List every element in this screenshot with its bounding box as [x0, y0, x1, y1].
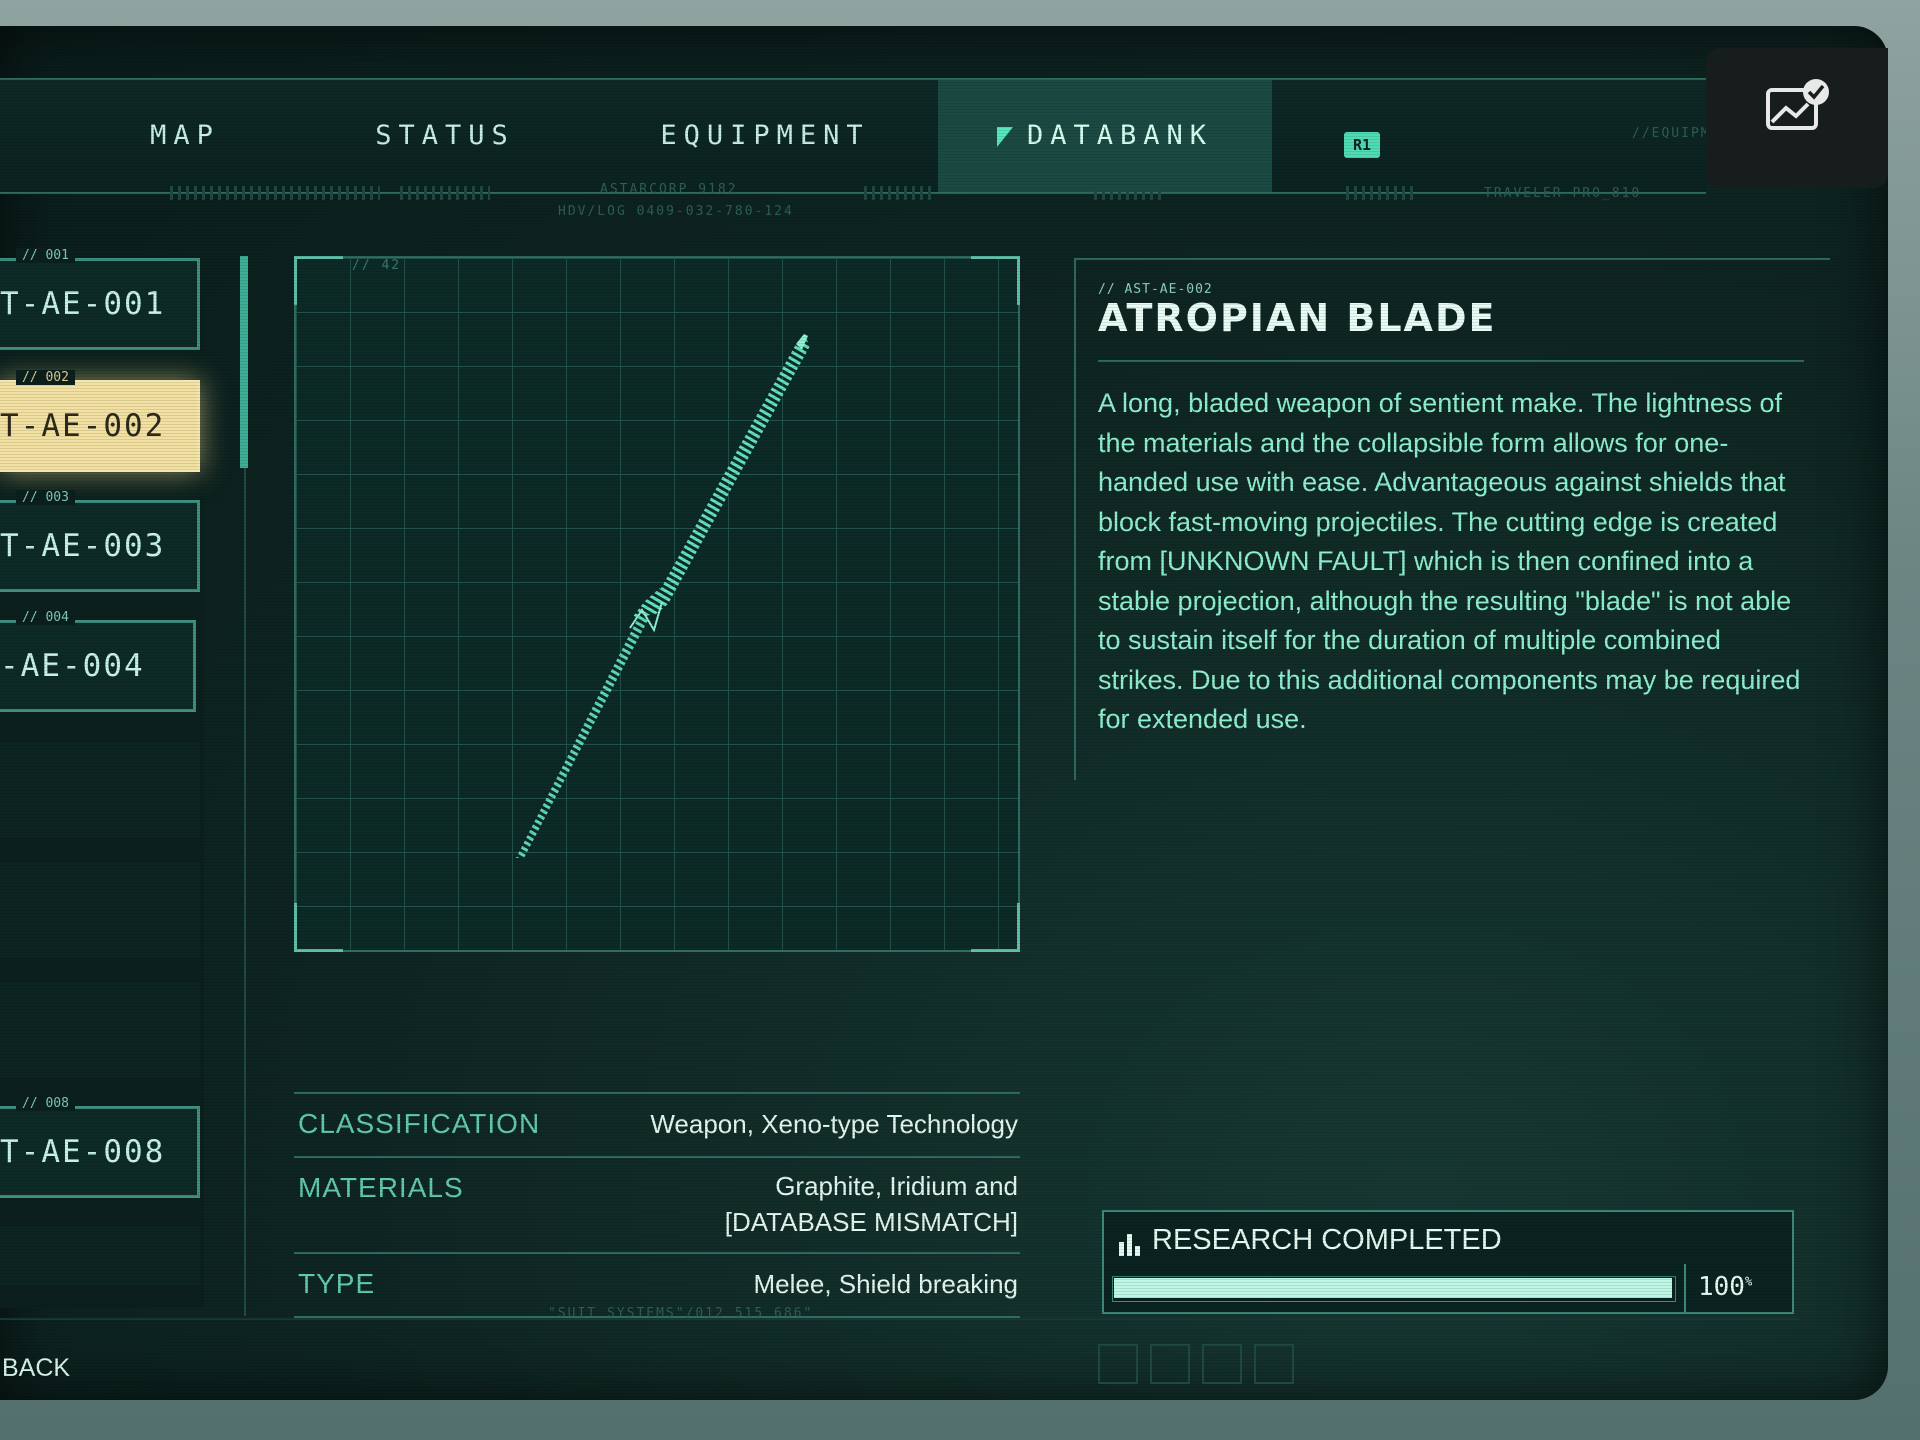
- list-item-tag: // 004: [16, 610, 75, 625]
- empty-slot: [0, 1226, 200, 1286]
- tab-status[interactable]: STATUS: [360, 80, 530, 192]
- list-item[interactable]: T-AE-001: [0, 258, 200, 350]
- research-percent: 100%: [1698, 1272, 1752, 1302]
- top-nav: MAP STATUS EQUIPMENT DATABANK: [0, 78, 1706, 194]
- header-far-code: //EQUIPM: [1632, 126, 1711, 141]
- entry-list: T-AE-001 // 001 T-AE-002 // 002 T-AE-003…: [0, 248, 204, 1308]
- research-percent-value: 100: [1698, 1272, 1745, 1302]
- game-screen: MAP STATUS EQUIPMENT DATABANK R1 //EQUIP…: [0, 26, 1888, 1400]
- tab-databank[interactable]: DATABANK: [938, 80, 1272, 192]
- list-item[interactable]: T-AE-008: [0, 1106, 200, 1198]
- title-divider: [1098, 360, 1804, 362]
- list-item-label: -AE-004: [0, 648, 145, 684]
- research-progress-fill: [1114, 1278, 1672, 1298]
- header-left-sub: HDV/LOG 0409-032-780-124: [558, 204, 794, 219]
- triangle-flag-icon: [996, 126, 1013, 147]
- tab-map-label: MAP: [150, 120, 220, 151]
- list-item-tag: // 001: [16, 248, 75, 263]
- tab-status-label: STATUS: [375, 120, 515, 151]
- entry-code: // AST-AE-002: [1098, 282, 1213, 297]
- research-label: RESEARCH COMPLETED: [1152, 1224, 1502, 1256]
- header-right-code: TRAVELER-PRO_810: [1484, 186, 1642, 201]
- stat-row: MATERIALS Graphite, Iridium and [DATABAS…: [294, 1156, 1020, 1252]
- item-blueprint-view: // 42: [294, 256, 1020, 952]
- stat-value: Melee, Shield breaking: [753, 1269, 1019, 1299]
- tab-equipment-label: EQUIPMENT: [660, 120, 870, 151]
- tab-equipment[interactable]: EQUIPMENT: [660, 80, 870, 192]
- empty-slot: [0, 862, 200, 958]
- entry-title: ATROPIAN BLADE: [1098, 296, 1497, 340]
- tab-map[interactable]: MAP: [110, 80, 260, 192]
- list-item-selected[interactable]: T-AE-002: [0, 380, 200, 472]
- research-percent-unit: %: [1744, 1274, 1753, 1289]
- list-scrollbar-thumb[interactable]: [240, 256, 248, 468]
- footer-divider: [0, 1318, 1800, 1320]
- header-left-code: ASTARCORP 9182: [600, 182, 738, 197]
- list-item-label: T-AE-003: [0, 528, 166, 564]
- list-item-tag: // 002: [16, 370, 75, 385]
- stat-row: CLASSIFICATION Weapon, Xeno-type Technol…: [294, 1092, 1020, 1156]
- stat-key: MATERIALS: [298, 1172, 464, 1203]
- stat-value: Weapon, Xeno-type Technology: [650, 1109, 1018, 1139]
- stat-key: TYPE: [298, 1268, 376, 1299]
- back-button[interactable]: BACK: [2, 1354, 70, 1383]
- stat-value: Graphite, Iridium and [DATABASE MISMATCH…: [724, 1171, 1018, 1237]
- screenshot-saved-icon: [1766, 79, 1829, 130]
- list-item-label: T-AE-002: [0, 408, 166, 444]
- entry-description: A long, bladed weapon of sentient make. …: [1098, 388, 1801, 734]
- footer-code: "SUIT SYSTEMS"/012 515 686": [548, 1306, 814, 1321]
- list-item-label: T-AE-008: [0, 1134, 166, 1170]
- bar-chart-icon: [1119, 1234, 1140, 1256]
- stat-key: CLASSIFICATION: [298, 1108, 541, 1139]
- list-item[interactable]: T-AE-003: [0, 500, 200, 592]
- empty-slot: [0, 982, 200, 1078]
- list-item-tag: // 008: [16, 1096, 75, 1111]
- list-item-tag: // 003: [16, 490, 75, 505]
- list-item[interactable]: -AE-004: [0, 620, 196, 712]
- list-item-label: T-AE-001: [0, 286, 166, 322]
- screenshot-notification[interactable]: [1706, 48, 1888, 188]
- tab-databank-label: DATABANK: [1026, 120, 1214, 151]
- item-stats-table: CLASSIFICATION Weapon, Xeno-type Technol…: [294, 1092, 1020, 1318]
- blade-hologram-icon: [516, 334, 810, 858]
- empty-slot: [0, 742, 200, 838]
- r1-next-tab-button[interactable]: R1: [1344, 132, 1380, 158]
- research-divider: [1684, 1264, 1686, 1312]
